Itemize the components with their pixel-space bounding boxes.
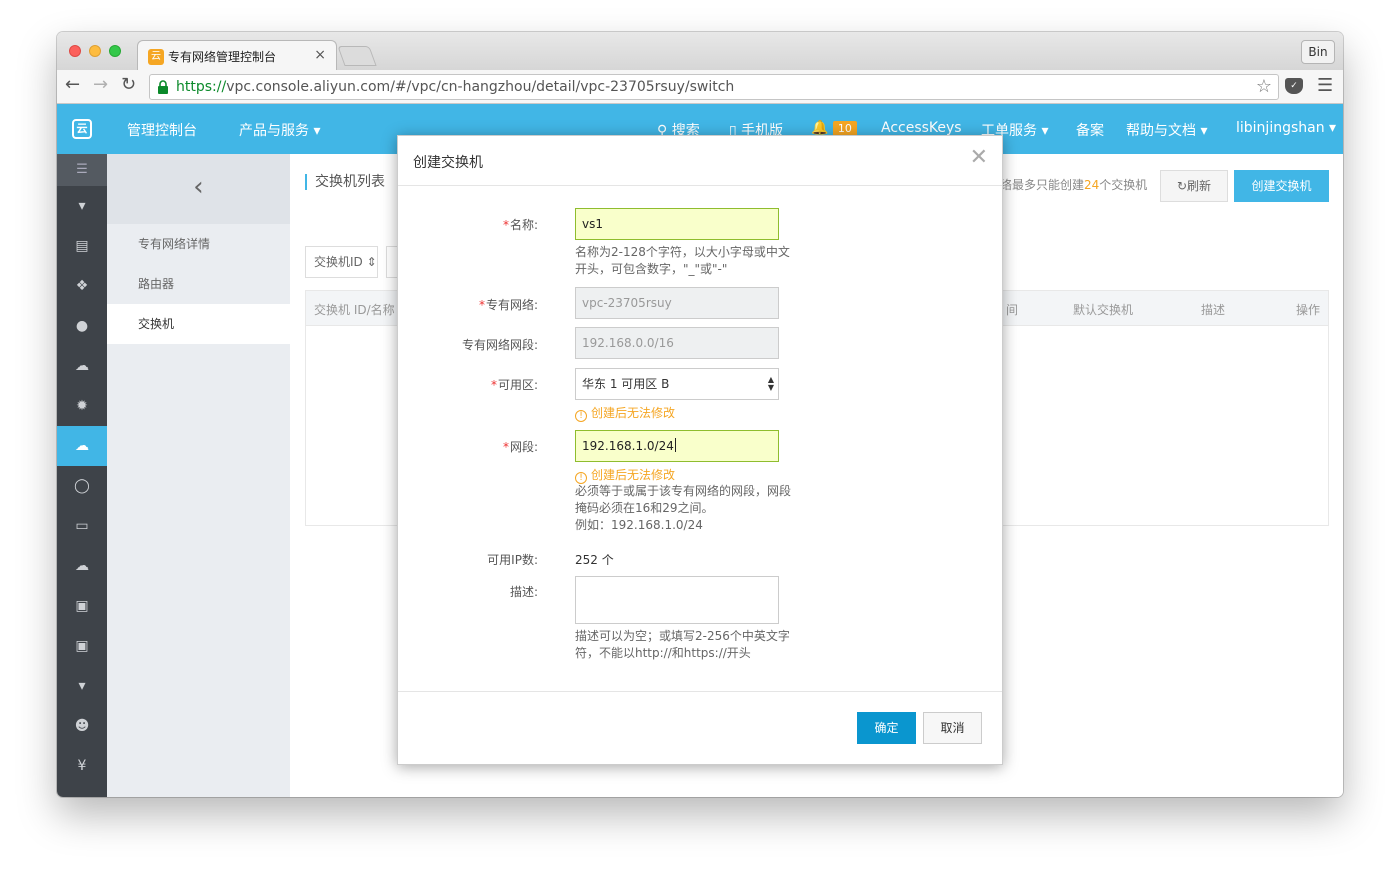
subnet-input[interactable]: 192.168.1.0/24 bbox=[575, 430, 779, 462]
address-bar[interactable]: https://vpc.console.aliyun.com/#/vpc/cn-… bbox=[149, 74, 1279, 100]
tab-close-icon[interactable]: × bbox=[314, 47, 326, 63]
hamburger-menu-icon[interactable]: ☰ bbox=[1317, 75, 1333, 96]
aliyun-favicon-icon: 云 bbox=[148, 49, 164, 65]
bookmark-star-icon[interactable]: ☆ bbox=[1256, 76, 1272, 97]
subnet-label: *网段: bbox=[502, 440, 538, 454]
zone-select[interactable]: 华东 1 可用区 B ▲ ▼ bbox=[575, 368, 779, 400]
description-textarea[interactable] bbox=[575, 576, 779, 624]
pocket-icon[interactable]: ✓ bbox=[1285, 78, 1303, 94]
url-text: https://vpc.console.aliyun.com/#/vpc/cn-… bbox=[176, 79, 735, 95]
select-arrows-icon: ▲ ▼ bbox=[767, 375, 774, 392]
cancel-button[interactable]: 取消 bbox=[923, 712, 982, 744]
subnet-example-text: 例如：192.168.1.0/24 bbox=[575, 518, 703, 532]
text-caret bbox=[674, 438, 676, 452]
new-tab-button[interactable] bbox=[337, 46, 377, 66]
subnet-warning: ! 创建后无法修改 bbox=[575, 466, 675, 484]
reload-icon[interactable]: ↻ bbox=[121, 74, 136, 95]
close-icon[interactable]: ✕ bbox=[970, 146, 988, 170]
profile-button[interactable]: Bin bbox=[1301, 40, 1335, 64]
zoom-window-button[interactable] bbox=[109, 45, 121, 57]
create-vswitch-dialog: 创建交换机 ✕ *名称: vs1 名称为2-128个字符，以大小字母或中文开头，… bbox=[397, 135, 1003, 765]
tab-title: 专有网络管理控制台 bbox=[168, 50, 277, 64]
close-window-button[interactable] bbox=[69, 45, 81, 57]
browser-toolbar: ← → ↻ https://vpc.console.aliyun.com/#/v… bbox=[57, 70, 1343, 104]
subnet-help-text: 必须等于或属于该专有网络的网段，网段掩码必须在16和29之间。 bbox=[575, 484, 792, 515]
zone-warning: ! 创建后无法修改 bbox=[575, 404, 675, 422]
name-label: *名称: bbox=[502, 218, 538, 232]
vpc-cidr-label: 专有网络网段: bbox=[461, 338, 538, 352]
dialog-footer: 确定 取消 bbox=[398, 691, 1002, 765]
vpc-cidr-field: 192.168.0.0/16 bbox=[575, 327, 779, 359]
available-ip-value: 252 个 bbox=[575, 553, 614, 567]
dialog-header: 创建交换机 ✕ bbox=[398, 136, 1002, 186]
lock-icon bbox=[158, 80, 168, 94]
available-ip-label: 可用IP数: bbox=[487, 553, 538, 567]
browser-titlebar: 云 专有网络管理控制台 × Bin bbox=[57, 32, 1343, 70]
warning-icon: ! bbox=[575, 410, 587, 422]
name-help-text: 名称为2-128个字符，以大小字母或中文开头，可包含数字，"_"或"-" bbox=[575, 245, 790, 276]
vpc-field: vpc-23705rsuy bbox=[575, 287, 779, 319]
description-label: 描述: bbox=[509, 585, 538, 599]
back-arrow-icon[interactable]: ← bbox=[65, 74, 80, 95]
zone-label: *可用区: bbox=[490, 378, 538, 392]
forward-arrow-icon[interactable]: → bbox=[93, 74, 108, 95]
dialog-title: 创建交换机 bbox=[413, 155, 483, 171]
minimize-window-button[interactable] bbox=[89, 45, 101, 57]
browser-tab[interactable]: 云 专有网络管理控制台 × bbox=[137, 40, 337, 70]
vpc-label: *专有网络: bbox=[478, 298, 538, 312]
browser-window: 云 专有网络管理控制台 × Bin ← → ↻ https://vpc.cons… bbox=[57, 32, 1343, 797]
description-help-text: 描述可以为空；或填写2-256个中英文字符，不能以http://和https:/… bbox=[575, 629, 790, 660]
confirm-button[interactable]: 确定 bbox=[857, 712, 916, 744]
name-input[interactable]: vs1 bbox=[575, 208, 779, 240]
